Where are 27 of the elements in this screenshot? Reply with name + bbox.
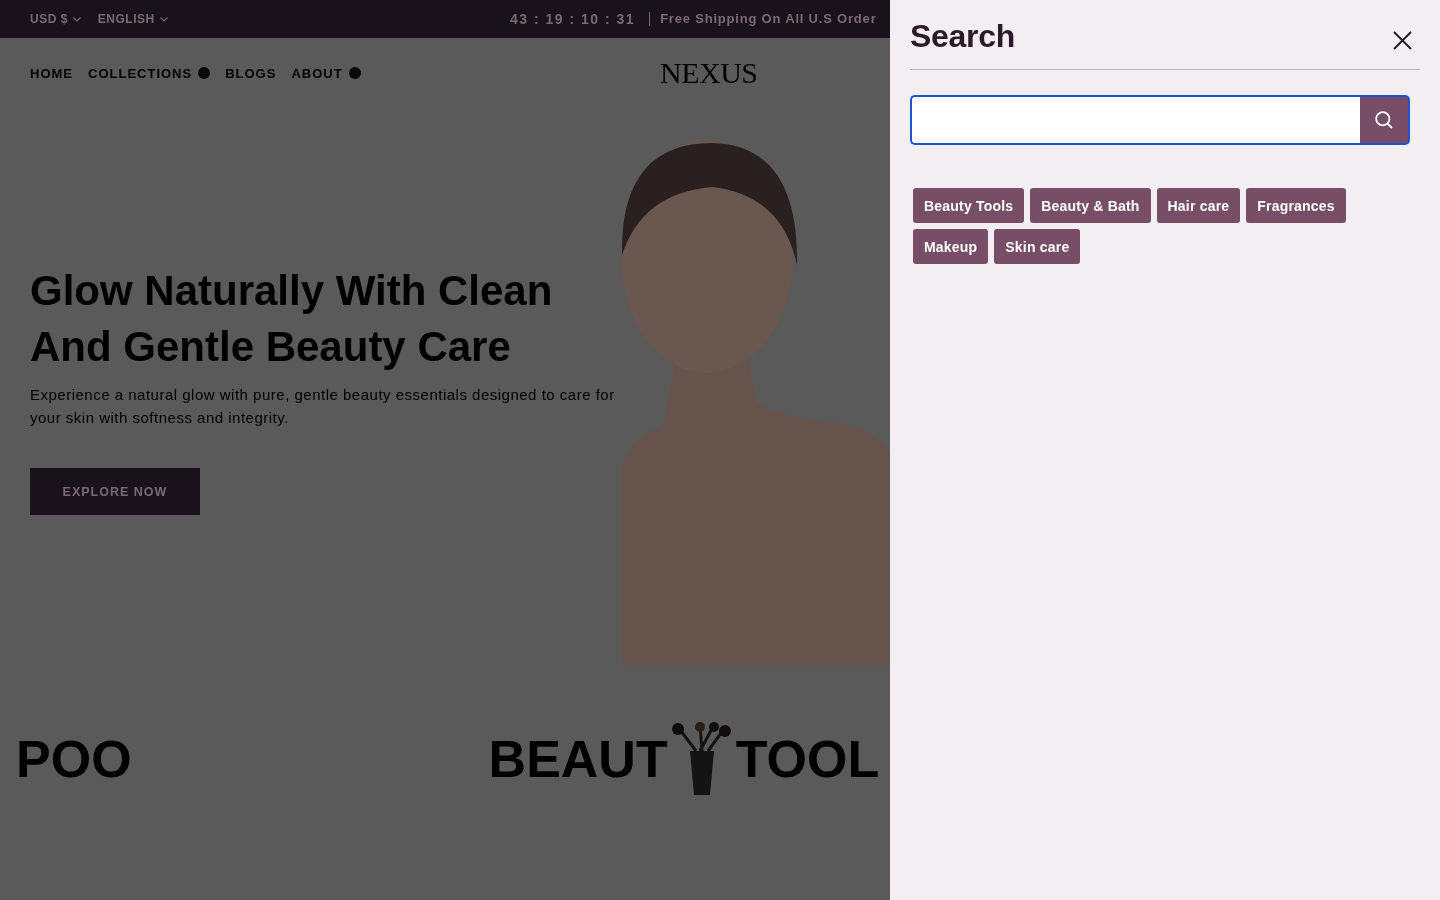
chevron-down-icon — [159, 16, 168, 22]
chevron-down-icon — [72, 16, 81, 22]
logo[interactable]: NEXUS — [660, 58, 758, 88]
drawer-title: Search — [910, 17, 1015, 56]
hero-description: Experience a natural glow with pure, gentle beauty essentials designed to care for your skin with softness and integrity. — [30, 385, 616, 428]
nav-link[interactable]: COLLECTIONS — [88, 65, 211, 81]
nav-link[interactable]: HOME — [30, 65, 73, 81]
close-icon — [1393, 31, 1412, 50]
marquee-word: POO — [16, 733, 132, 785]
category-tag[interactable]: Makeup — [913, 229, 989, 264]
hero-heading: Glow Naturally With Clean And Gentle Beauty Care — [30, 266, 554, 372]
category-tag[interactable]: Beauty Tools — [913, 188, 1025, 223]
explore-button[interactable]: EXPLORE NOW — [30, 468, 200, 515]
close-button[interactable] — [1393, 31, 1412, 50]
category-tag[interactable]: Hair care — [1156, 188, 1241, 223]
countdown-timer: 43 : 19 : 10 : 31 — [510, 11, 636, 27]
nav-link[interactable]: ABOUT — [291, 65, 361, 81]
marquee-word: TOOL — [735, 733, 880, 785]
brush-cup-icon — [669, 721, 734, 797]
announcement-text: Free Shipping On All U.S Order — [649, 12, 877, 26]
category-tag[interactable]: Skin care — [994, 229, 1081, 264]
selector-dropdown[interactable]: USD $ — [30, 12, 81, 26]
category-tag[interactable]: Beauty & Bath — [1030, 188, 1151, 223]
category-tag[interactable]: Fragrances — [1246, 188, 1346, 223]
nav-link[interactable]: BLOGS — [225, 65, 277, 81]
marquee-word: BEAUT — [488, 733, 668, 785]
selector-dropdown[interactable]: ENGLISH — [97, 12, 168, 26]
